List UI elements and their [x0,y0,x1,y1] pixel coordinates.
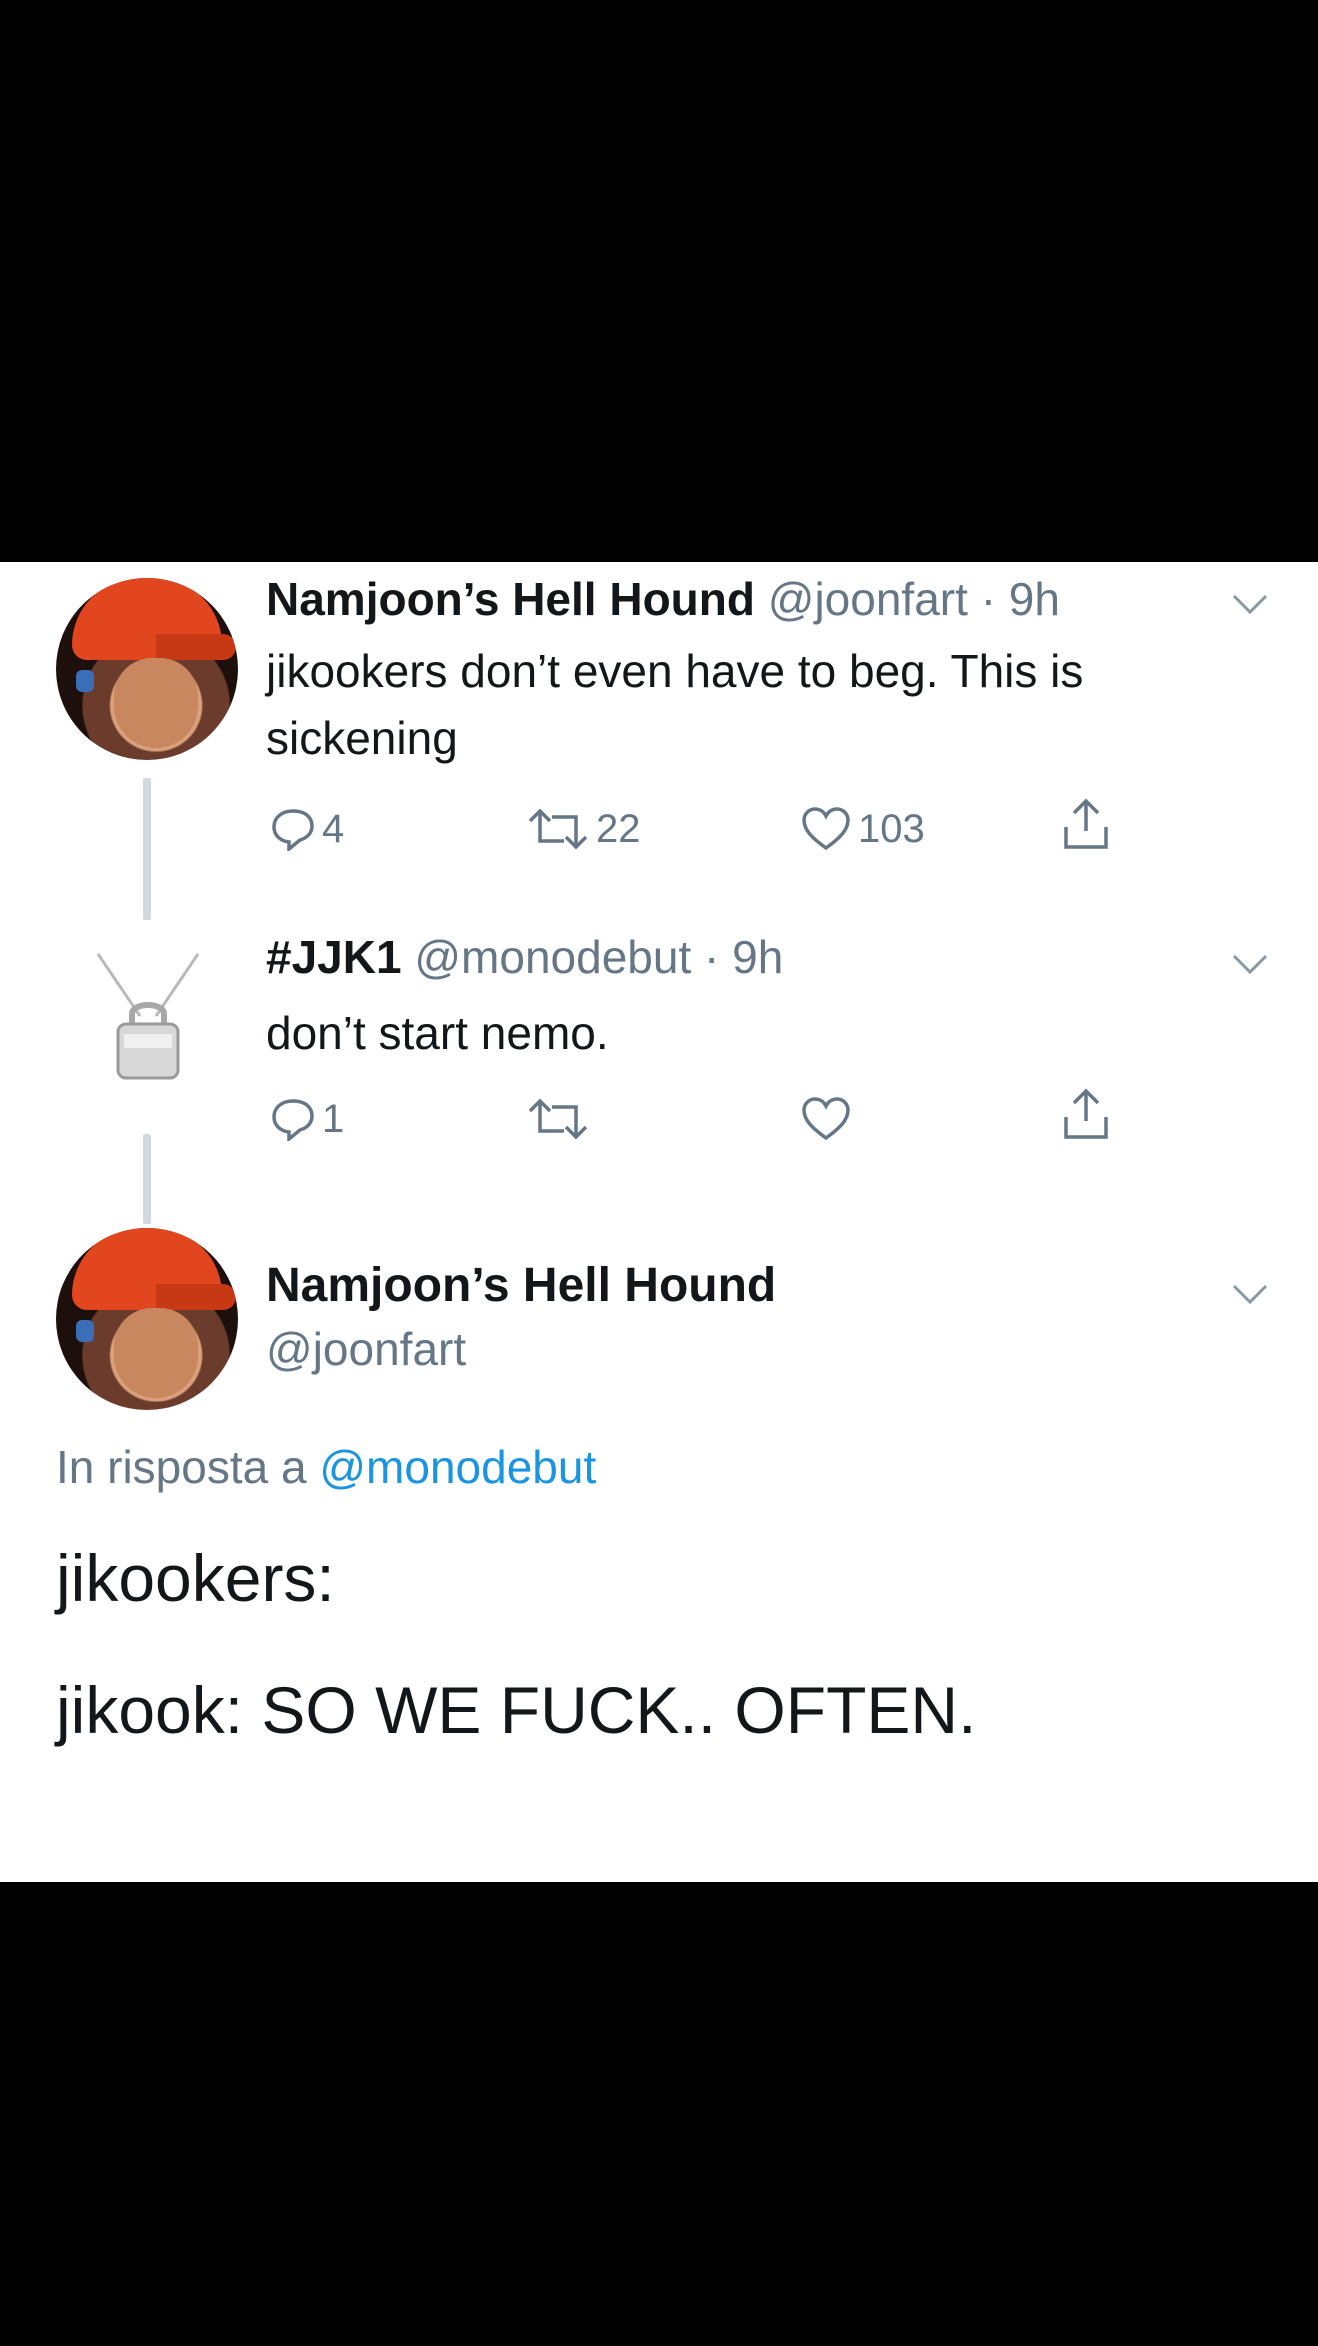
retweet-action[interactable] [526,1094,590,1144]
thread-line-2 [143,1134,151,1224]
reply-icon [272,809,314,851]
reply-action[interactable]: 4 [270,804,344,854]
tweet1-name[interactable]: Namjoon’s Hell Hound [266,573,755,625]
heart-icon [802,807,850,851]
retweet-count: 22 [596,806,641,851]
chevron-down-icon[interactable] [1230,590,1270,620]
tweet3-name[interactable]: Namjoon’s Hell Hound [266,1258,776,1313]
share-action[interactable] [1060,1088,1112,1140]
reply-icon [272,1099,314,1141]
tweet1-text-line1: jikookers don’t even have to beg. This i… [266,645,1084,697]
tweet3-line1: jikookers: [56,1541,335,1615]
retweet-icon [528,808,588,850]
share-action[interactable] [1060,798,1112,850]
lock-necklace-avatar[interactable] [88,944,208,1104]
reply-count: 1 [322,1096,345,1141]
avatar-joonfart[interactable] [56,1228,238,1410]
tweet1-text-line2: sickening [266,712,458,764]
chevron-down-icon[interactable] [1230,950,1270,980]
tweet2-time[interactable]: · 9h [704,931,783,983]
like-action[interactable]: 103 [800,804,925,854]
retweet-icon [528,1098,588,1140]
tweet2-text: don’t start nemo. [266,1007,609,1059]
top-black-band [0,0,1318,562]
share-icon [1064,798,1108,849]
reply-to-label: In risposta a @monodebut [56,1440,596,1494]
thread-line [143,778,151,920]
tweet1-header: Namjoon’s Hell Hound @joonfart · 9h [266,572,1060,626]
avatar-joonfart[interactable] [56,578,238,760]
reply-count: 4 [322,806,345,851]
bottom-black-band [0,1882,1318,2346]
reply-action[interactable]: 1 [270,1094,344,1144]
tweet2-name[interactable]: #JJK1 [266,931,402,983]
tweet1-handle[interactable]: @joonfart [768,573,968,625]
heart-icon [802,1097,850,1141]
tweet2-handle[interactable]: @monodebut [414,931,691,983]
retweet-action[interactable]: 22 [526,804,641,854]
tweet3-line2: jikook: SO WE FUCK.. OFTEN. [56,1673,977,1747]
share-icon [1064,1088,1108,1139]
reply-to-prefix: In risposta a [56,1441,307,1493]
chevron-down-icon[interactable] [1230,1280,1270,1310]
like-action[interactable] [800,1094,852,1144]
tweet1-time[interactable]: · 9h [981,573,1060,625]
reply-to-mention[interactable]: @monodebut [319,1441,596,1493]
tweet2-header: #JJK1 @monodebut · 9h [266,930,783,984]
like-count: 103 [858,806,925,851]
tweet3-handle[interactable]: @joonfart [266,1322,466,1376]
